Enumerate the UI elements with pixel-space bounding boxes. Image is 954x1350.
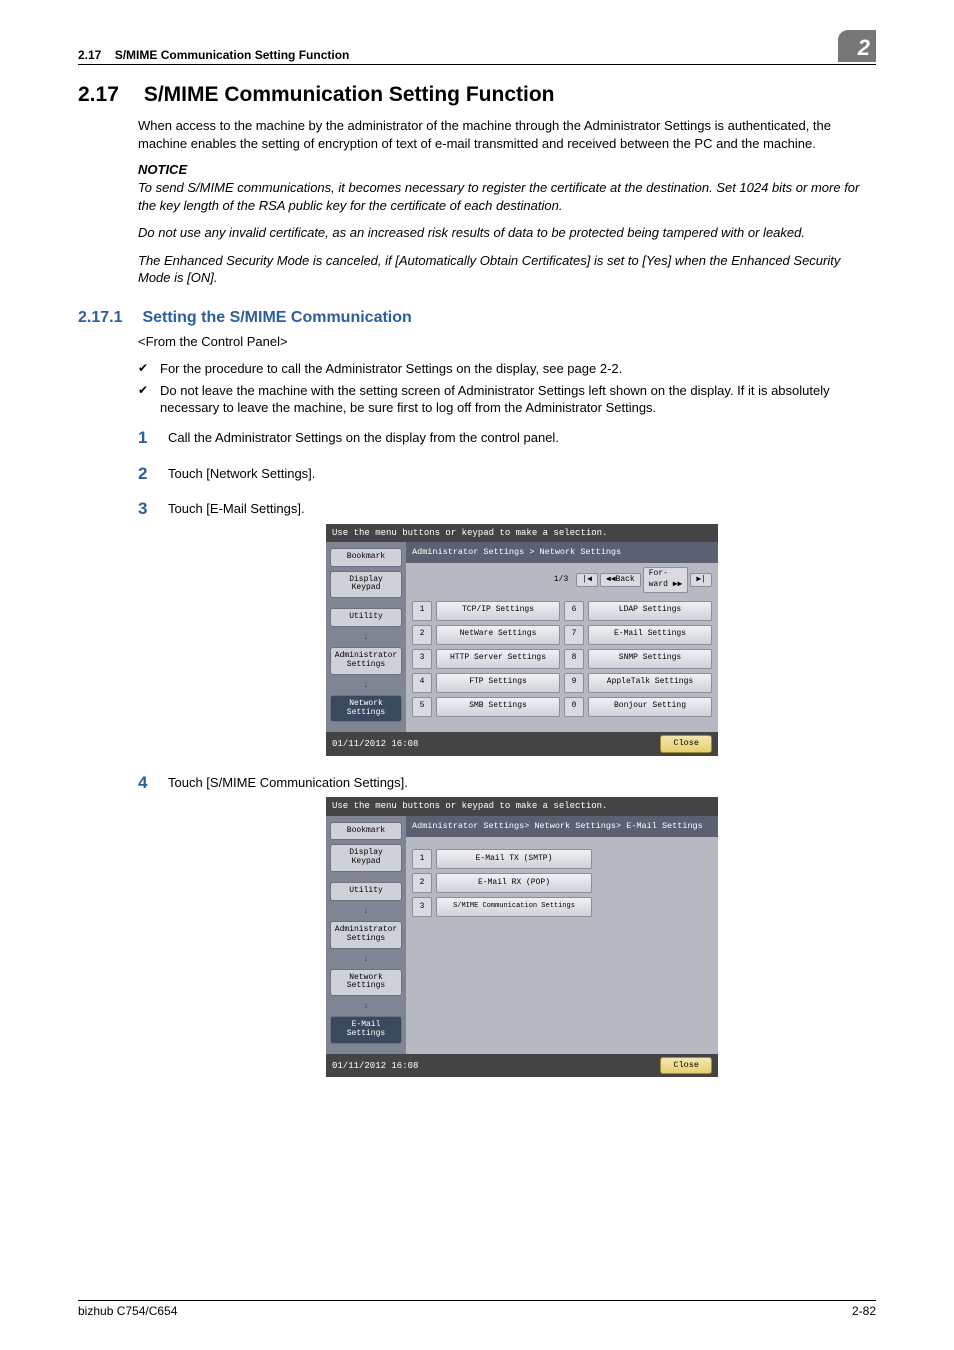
- down-arrow-icon: ↓: [330, 631, 402, 643]
- steps-list: 1Call the Administrator Settings on the …: [138, 429, 876, 1077]
- menu-num: 6: [564, 601, 584, 621]
- menu-num: 3: [412, 649, 432, 669]
- menu-num: 1: [412, 601, 432, 621]
- side-panel: Bookmark Display Keypad Utility ↓ Admini…: [326, 816, 406, 1054]
- down-arrow-icon: ↓: [330, 1000, 402, 1012]
- screenshot-network-settings: Use the menu buttons or keypad to make a…: [326, 524, 718, 756]
- down-arrow-icon: ↓: [330, 953, 402, 965]
- notice-2: Do not use any invalid certificate, as a…: [138, 224, 876, 242]
- menu-num: 8: [564, 649, 584, 669]
- chapter-badge: 2: [838, 30, 876, 62]
- page-indicator: 1/3: [554, 575, 568, 586]
- menu-num: 1: [412, 849, 432, 869]
- utility-tab[interactable]: Utility: [330, 882, 402, 901]
- bonjour-setting-button[interactable]: Bonjour Setting: [588, 697, 712, 717]
- section-title: 2.17 S/MIME Communication Setting Functi…: [78, 83, 876, 107]
- netware-settings-button[interactable]: NetWare Settings: [436, 625, 560, 645]
- header-section-no: 2.17: [78, 48, 101, 62]
- panel-instruction: Use the menu buttons or keypad to make a…: [326, 524, 718, 542]
- menu-num: 9: [564, 673, 584, 693]
- email-rx-pop-button[interactable]: E-Mail RX (POP): [436, 873, 592, 893]
- smb-settings-button[interactable]: SMB Settings: [436, 697, 560, 717]
- step-3: 3Touch [E-Mail Settings]. Use the menu b…: [138, 500, 876, 756]
- menu-num: 3: [412, 897, 432, 917]
- footer-product: bizhub C754/C654: [78, 1304, 177, 1318]
- prerequisite-list: For the procedure to call the Administra…: [138, 360, 876, 417]
- email-settings-tab[interactable]: E-Mail Settings: [330, 1016, 402, 1044]
- smime-comm-settings-button[interactable]: S/MIME Communication Settings: [436, 897, 592, 917]
- section-number: 2.17: [78, 83, 138, 107]
- close-button[interactable]: Close: [660, 1057, 712, 1074]
- panel-datetime: 01/11/2012 16:08: [332, 1060, 418, 1072]
- prerequisite-1: For the procedure to call the Administra…: [138, 360, 876, 378]
- email-tx-smtp-button[interactable]: E-Mail TX (SMTP): [436, 849, 592, 869]
- header-section-name: S/MIME Communication Setting Function: [115, 48, 350, 62]
- step-1: 1Call the Administrator Settings on the …: [138, 429, 876, 447]
- pager: 1/3 |◀ ◀◀Back For- ward ▶▶ ▶|: [406, 563, 718, 597]
- side-panel: Bookmark Display Keypad Utility ↓ Admini…: [326, 542, 406, 733]
- step-2: 2Touch [Network Settings].: [138, 465, 876, 483]
- menu-grid: 1 E-Mail TX (SMTP) 2 E-Mail RX (POP) 3 S…: [406, 845, 598, 927]
- menu-grid: 1 TCP/IP Settings 6 LDAP Settings 2 NetW…: [406, 597, 718, 727]
- network-settings-tab[interactable]: Network Settings: [330, 695, 402, 723]
- notice-1: To send S/MIME communications, it become…: [138, 179, 876, 214]
- utility-tab[interactable]: Utility: [330, 608, 402, 627]
- step-4: 4Touch [S/MIME Communication Settings]. …: [138, 774, 876, 1078]
- from-panel-note: <From the Control Panel>: [138, 333, 876, 351]
- network-settings-tab[interactable]: Network Settings: [330, 969, 402, 997]
- panel-instruction: Use the menu buttons or keypad to make a…: [326, 797, 718, 815]
- subsection-text: Setting the S/MIME Communication: [142, 309, 411, 326]
- ldap-settings-button[interactable]: LDAP Settings: [588, 601, 712, 621]
- page-forward-button[interactable]: For- ward ▶▶: [643, 567, 689, 593]
- intro-paragraph: When access to the machine by the admini…: [138, 117, 876, 152]
- menu-num: 4: [412, 673, 432, 693]
- admin-settings-tab[interactable]: Administrator Settings: [330, 647, 402, 675]
- section-text: S/MIME Communication Setting Function: [144, 83, 555, 106]
- subsection-title: 2.17.1 Setting the S/MIME Communication: [78, 309, 876, 327]
- page-footer: bizhub C754/C654 2-82: [78, 1300, 876, 1318]
- tcp-ip-settings-button[interactable]: TCP/IP Settings: [436, 601, 560, 621]
- page-last-button[interactable]: ▶|: [690, 573, 712, 588]
- page-first-button[interactable]: |◀: [576, 573, 598, 588]
- bookmark-tab[interactable]: Bookmark: [330, 548, 402, 567]
- menu-num: 2: [412, 873, 432, 893]
- notice-heading: NOTICE: [138, 162, 876, 177]
- header-left: 2.17 S/MIME Communication Setting Functi…: [78, 48, 349, 62]
- admin-settings-tab[interactable]: Administrator Settings: [330, 921, 402, 949]
- appletalk-settings-button[interactable]: AppleTalk Settings: [588, 673, 712, 693]
- breadcrumb: Administrator Settings > Network Setting…: [406, 542, 718, 563]
- display-keypad-tab[interactable]: Display Keypad: [330, 571, 402, 599]
- down-arrow-icon: ↓: [330, 679, 402, 691]
- subsection-number: 2.17.1: [78, 309, 138, 327]
- footer-page-number: 2-82: [852, 1304, 876, 1318]
- display-keypad-tab[interactable]: Display Keypad: [330, 844, 402, 872]
- menu-num: 0: [564, 697, 584, 717]
- ftp-settings-button[interactable]: FTP Settings: [436, 673, 560, 693]
- menu-num: 2: [412, 625, 432, 645]
- screenshot-email-settings: Use the menu buttons or keypad to make a…: [326, 797, 718, 1077]
- panel-datetime: 01/11/2012 16:08: [332, 738, 418, 750]
- menu-num: 5: [412, 697, 432, 717]
- down-arrow-icon: ↓: [330, 905, 402, 917]
- notice-3: The Enhanced Security Mode is canceled, …: [138, 252, 876, 287]
- breadcrumb: Administrator Settings> Network Settings…: [406, 816, 718, 837]
- page-header: 2.17 S/MIME Communication Setting Functi…: [78, 30, 876, 65]
- bookmark-tab[interactable]: Bookmark: [330, 822, 402, 841]
- email-settings-button[interactable]: E-Mail Settings: [588, 625, 712, 645]
- page-back-button[interactable]: ◀◀Back: [600, 573, 641, 588]
- menu-num: 7: [564, 625, 584, 645]
- snmp-settings-button[interactable]: SNMP Settings: [588, 649, 712, 669]
- http-server-settings-button[interactable]: HTTP Server Settings: [436, 649, 560, 669]
- chapter-number: 2: [858, 33, 876, 62]
- prerequisite-2: Do not leave the machine with the settin…: [138, 382, 876, 417]
- close-button[interactable]: Close: [660, 735, 712, 752]
